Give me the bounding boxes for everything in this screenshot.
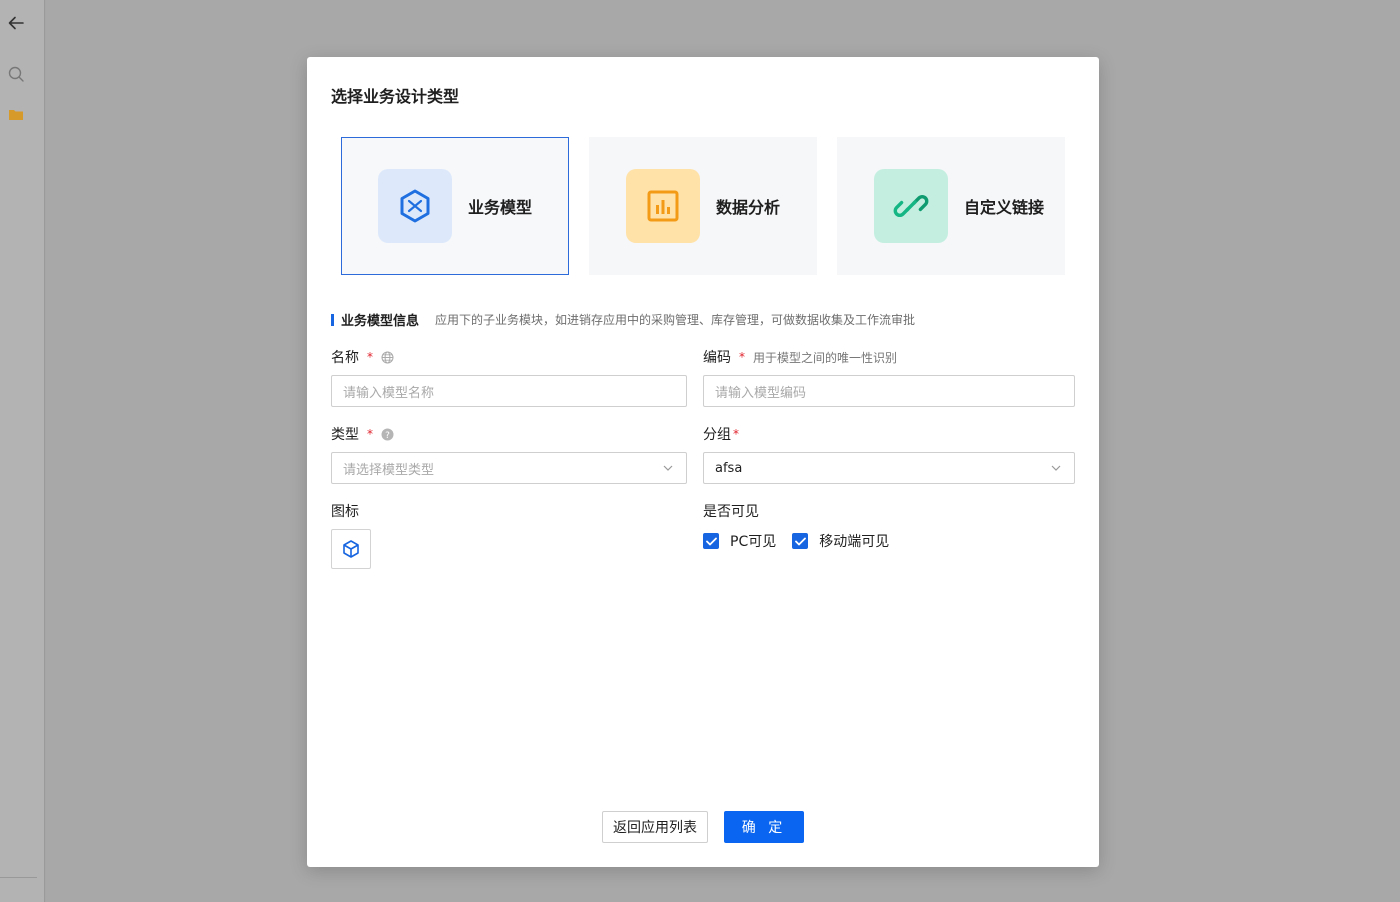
visibility-label-text: 是否可见 [703,504,759,520]
name-input[interactable]: 请输入模型名称 [331,375,687,407]
icon-picker-button[interactable] [331,529,371,569]
mobile-visible-checkbox[interactable]: 移动端可见 [792,531,889,551]
required-mark: * [367,427,373,441]
name-label-text: 名称 [331,350,359,366]
code-placeholder: 请输入模型编码 [715,385,807,401]
chevron-down-icon [1050,462,1062,478]
type-placeholder: 请选择模型类型 [343,462,435,478]
required-mark: * [733,427,739,441]
back-arrow-icon[interactable] [6,13,26,33]
checkbox-checked-icon[interactable] [703,533,719,549]
name-field-label: 名称 * [331,347,394,367]
type-card-label: 业务模型 [468,198,533,217]
bar-chart-icon [626,169,700,243]
code-hint: 用于模型之间的唯一性识别 [753,350,898,365]
cube-icon [341,539,361,559]
required-mark: * [739,350,745,364]
group-value: afsa [715,460,743,476]
group-field-label: 分组 * [703,424,739,444]
section-header: 业务模型信息 应用下的子业务模块，如进销存应用中的采购管理、库存管理，可做数据收… [331,310,915,329]
type-card-custom-link[interactable]: 自定义链接 [837,137,1065,275]
icon-field-label: 图标 [331,501,359,521]
chevron-down-icon [662,462,674,478]
svg-text:?: ? [385,431,390,441]
group-select[interactable]: afsa [703,452,1075,484]
checkbox-checked-icon[interactable] [792,533,809,549]
confirm-button[interactable]: 确 定 [724,811,804,843]
name-placeholder: 请输入模型名称 [343,385,435,401]
group-label-text: 分组 [703,427,731,443]
back-to-app-list-button[interactable]: 返回应用列表 [602,811,708,843]
globe-icon[interactable] [381,351,394,364]
hexagon-model-icon [378,169,452,243]
type-card-business-model[interactable]: 业务模型 [341,137,569,275]
type-field-label: 类型 * ? [331,424,394,444]
visibility-field-label: 是否可见 [703,501,759,521]
code-field-label: 编码 * 用于模型之间的唯一性识别 [703,347,897,367]
search-icon[interactable] [6,64,26,84]
pc-visible-checkbox[interactable]: PC可见 [703,531,776,551]
link-icon [874,169,948,243]
code-label-text: 编码 [703,350,731,366]
type-card-label: 数据分析 [716,198,781,217]
type-card-label: 自定义链接 [964,198,1045,217]
code-input[interactable]: 请输入模型编码 [703,375,1075,407]
section-title: 业务模型信息 [341,314,420,329]
type-label-text: 类型 [331,427,359,443]
folder-icon[interactable] [6,105,26,125]
select-design-type-modal: 选择业务设计类型 业务模型 数据分析 自定义链接 业务模型信息 应用下的子业务模… [307,57,1099,867]
section-description: 应用下的子业务模块，如进销存应用中的采购管理、库存管理，可做数据收集及工作流审批 [435,313,916,327]
mobile-visible-label: 移动端可见 [819,534,890,550]
help-icon[interactable]: ? [381,428,394,441]
type-card-data-analysis[interactable]: 数据分析 [589,137,817,275]
modal-title: 选择业务设计类型 [331,87,460,106]
type-select[interactable]: 请选择模型类型 [331,452,687,484]
pc-visible-label: PC可见 [730,534,777,550]
left-rail [0,0,45,902]
section-accent-bar [331,313,334,326]
required-mark: * [367,350,373,364]
visibility-options: PC可见 移动端可见 [703,531,905,551]
rail-divider [0,877,37,878]
icon-label-text: 图标 [331,504,359,520]
